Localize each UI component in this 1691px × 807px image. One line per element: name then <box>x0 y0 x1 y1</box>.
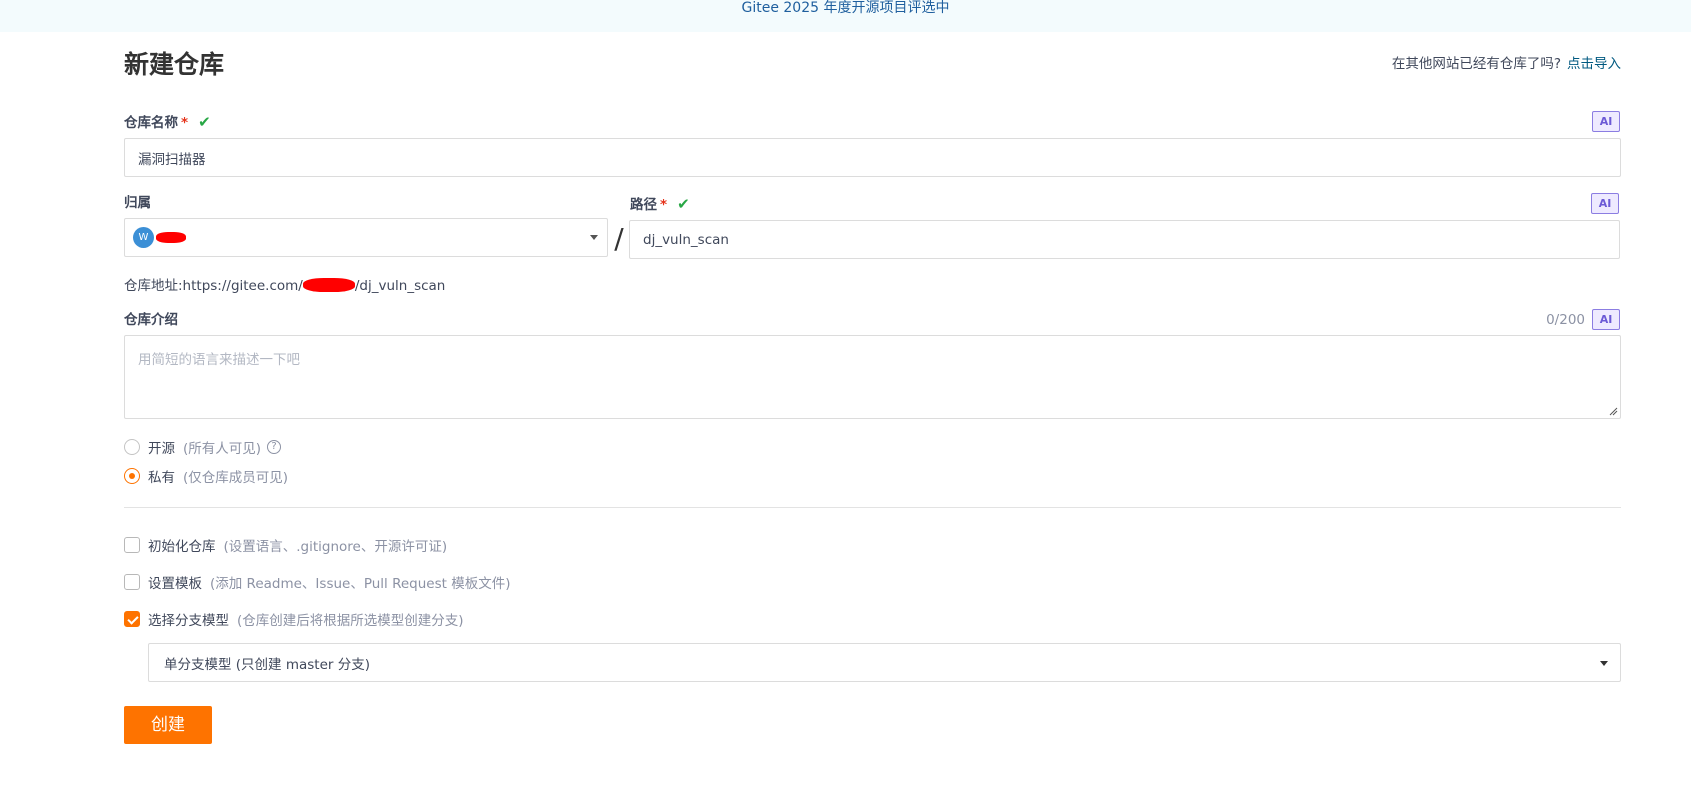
visibility-option-public[interactable]: 开源 (所有人可见) ? <box>124 437 282 457</box>
avatar: W <box>133 227 154 248</box>
path-separator: / <box>614 222 624 255</box>
public-radio[interactable] <box>124 439 140 455</box>
import-hint-text: 在其他网站已经有仓库了吗? <box>1391 56 1561 72</box>
init-repo-option[interactable]: 初始化仓库 (设置语言、.gitignore、开源许可证) <box>124 535 447 555</box>
valid-check-icon: ✔ <box>677 195 690 213</box>
description-placeholder: 用简短的语言来描述一下吧 <box>138 352 300 368</box>
help-icon[interactable]: ? <box>267 440 282 454</box>
branch-model-select[interactable]: 单分支模型 (只创建 master 分支) <box>148 643 1621 682</box>
char-counter: 0/200 <box>1546 312 1585 328</box>
required-mark: * <box>660 197 668 213</box>
import-link[interactable]: 点击导入 <box>1567 56 1621 72</box>
ai-generate-path-button[interactable]: AI <box>1591 193 1619 214</box>
repo-name-label-text: 仓库名称 <box>124 115 178 131</box>
banner-text[interactable]: Gitee 2025 年度开源项目评选中 <box>742 0 950 17</box>
repo-url-suffix: /dj_vuln_scan <box>354 278 446 294</box>
template-checkbox[interactable] <box>124 574 140 590</box>
import-hint: 在其他网站已经有仓库了吗? 点击导入 <box>1392 55 1621 73</box>
init-repo-checkbox[interactable] <box>124 537 140 553</box>
branch-model-hint: (仓库创建后将根据所选模型创建分支) <box>237 613 464 629</box>
ai-generate-description-button[interactable]: AI <box>1592 309 1620 330</box>
description-label: 仓库介绍 <box>124 311 178 329</box>
path-label-text: 路径 <box>630 197 657 213</box>
init-repo-hint: (设置语言、.gitignore、开源许可证) <box>223 539 448 555</box>
template-hint: (添加 Readme、Issue、Pull Request 模板文件) <box>210 576 511 592</box>
redacted-owner-name <box>156 232 186 243</box>
description-textarea[interactable]: 用简短的语言来描述一下吧 <box>124 335 1621 419</box>
path-label: 路径 * ✔ <box>630 195 690 214</box>
page-title: 新建仓库 <box>124 50 225 79</box>
branch-model-label: 选择分支模型 <box>148 613 229 629</box>
description-label-text: 仓库介绍 <box>124 312 178 328</box>
redacted-owner-path <box>302 278 355 292</box>
branch-model-value: 单分支模型 (只创建 master 分支) <box>164 656 371 673</box>
required-mark: * <box>181 115 189 131</box>
ai-generate-name-button[interactable]: AI <box>1592 111 1620 132</box>
owner-select[interactable]: W <box>124 218 608 257</box>
repo-name-input[interactable]: 漏洞扫描器 <box>124 138 1621 177</box>
public-hint: (所有人可见) <box>183 441 262 457</box>
private-radio[interactable] <box>124 468 140 484</box>
repo-url: 仓库地址:https://gitee.com/ /dj_vuln_scan <box>124 277 445 295</box>
announcement-banner[interactable]: Gitee 2025 年度开源项目评选中 <box>0 0 1691 32</box>
owner-label-text: 归属 <box>124 195 151 211</box>
public-label: 开源 <box>148 441 175 457</box>
chevron-down-icon <box>590 235 598 240</box>
divider <box>124 507 1621 508</box>
owner-label: 归属 <box>124 194 151 212</box>
branch-model-option[interactable]: 选择分支模型 (仓库创建后将根据所选模型创建分支) <box>124 609 464 629</box>
template-option[interactable]: 设置模板 (添加 Readme、Issue、Pull Request 模板文件) <box>124 572 511 592</box>
visibility-option-private[interactable]: 私有 (仅仓库成员可见) <box>124 466 288 486</box>
init-repo-label: 初始化仓库 <box>148 539 216 555</box>
private-hint: (仅仓库成员可见) <box>183 470 289 486</box>
private-label: 私有 <box>148 470 175 486</box>
chevron-down-icon <box>1600 661 1608 666</box>
repo-name-label: 仓库名称 * ✔ <box>124 113 211 132</box>
valid-check-icon: ✔ <box>198 113 211 131</box>
path-value: dj_vuln_scan <box>643 231 729 248</box>
resize-handle-icon[interactable] <box>1609 407 1618 416</box>
repo-name-value: 漏洞扫描器 <box>138 151 206 168</box>
repo-url-prefix: 仓库地址:https://gitee.com/ <box>124 278 303 294</box>
create-button[interactable]: 创建 <box>124 706 212 744</box>
path-input[interactable]: dj_vuln_scan <box>629 220 1620 259</box>
branch-model-checkbox[interactable] <box>124 611 140 627</box>
template-label: 设置模板 <box>148 576 202 592</box>
